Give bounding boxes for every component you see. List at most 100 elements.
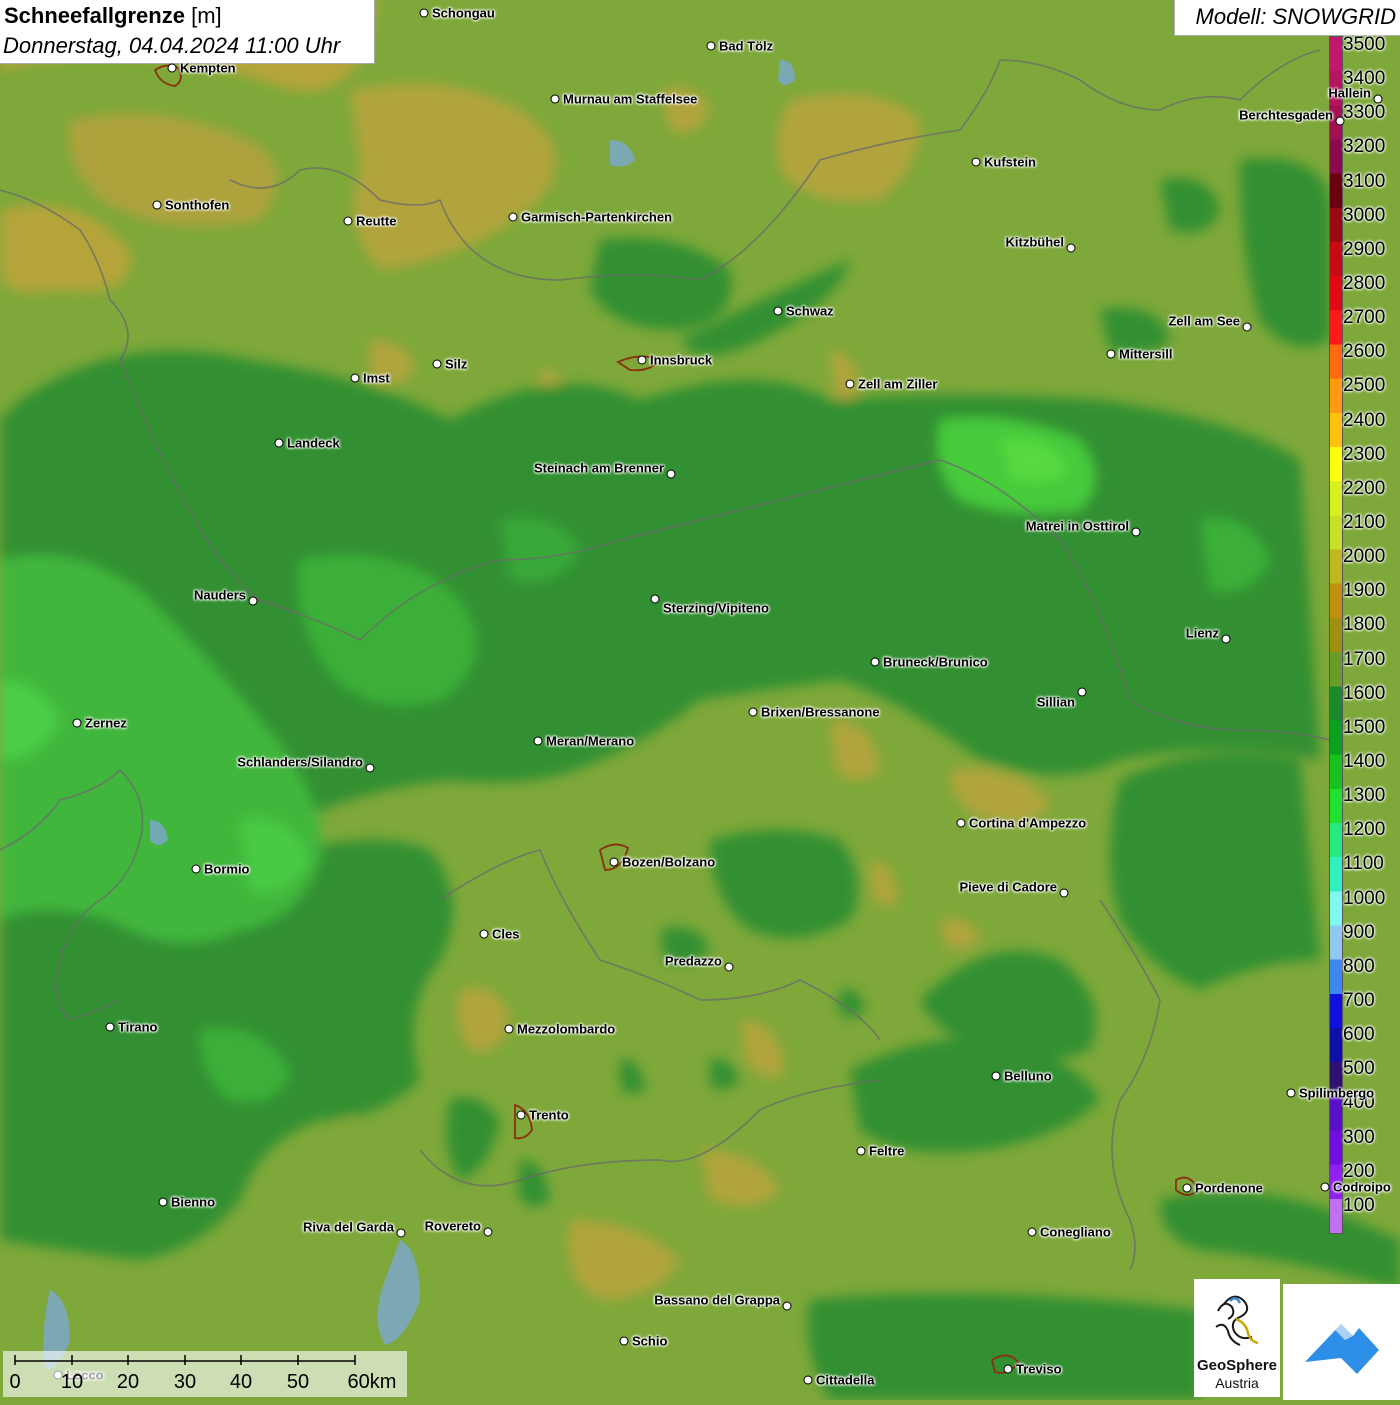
city-label-matrei: Matrei in Osttirol	[1025, 518, 1129, 534]
city-label-bienno: Bienno	[171, 1194, 216, 1210]
legend-label: 2400	[1343, 409, 1386, 431]
model-label: Modell: SNOWGRID	[1195, 4, 1396, 29]
legend-label: 3300	[1343, 102, 1386, 124]
legend-label: 3200	[1343, 136, 1386, 158]
city-dot-cittadella	[803, 1375, 813, 1385]
city-dot-schlanders	[365, 763, 375, 773]
city-dot-sillian	[1077, 687, 1087, 697]
city-label-garmisch: Garmisch-Partenkirchen	[521, 209, 673, 225]
city-dot-riva	[396, 1228, 406, 1238]
legend-label: 300	[1343, 1126, 1375, 1148]
city-label-mittersill: Mittersill	[1119, 346, 1173, 362]
city-label-riva: Riva del Garda	[302, 1219, 394, 1235]
city-label-codroipo: Codroipo	[1333, 1179, 1391, 1195]
city-dot-codroipo	[1320, 1182, 1330, 1192]
city-dot-reutte	[343, 216, 353, 226]
scale-label: 30	[173, 1371, 197, 1393]
city-label-berchtesgaden: Berchtesgaden	[1239, 107, 1333, 123]
scale-label: 0	[9, 1371, 21, 1393]
city-dot-zernez	[72, 718, 82, 728]
snow-mountain-icon	[1305, 1324, 1379, 1374]
legend-label: 100	[1343, 1194, 1375, 1216]
title-unit: [m]	[191, 3, 222, 28]
city-label-hallein: Hallein	[1328, 85, 1371, 101]
city-label-murnau: Murnau am Staffelsee	[563, 91, 698, 107]
city-label-tirano: Tirano	[118, 1019, 158, 1035]
city-label-spilimbergo: Spilimbergo	[1299, 1085, 1375, 1101]
city-label-innsbruck: Innsbruck	[650, 352, 713, 368]
city-dot-rovereto	[483, 1227, 493, 1237]
city-dot-imst	[350, 373, 360, 383]
city-label-schio: Schio	[632, 1333, 668, 1349]
city-dot-lienz	[1221, 634, 1231, 644]
legend-label: 1000	[1343, 887, 1386, 909]
city-dot-kitzbuehel	[1066, 243, 1076, 253]
city-label-bormio: Bormio	[204, 861, 250, 877]
city-dot-steinach	[666, 469, 676, 479]
legend-label: 1300	[1343, 785, 1386, 807]
legend-label: 2300	[1343, 443, 1386, 465]
city-label-schongau: Schongau	[432, 5, 495, 21]
city-dot-landeck	[274, 438, 284, 448]
city-label-trento: Trento	[529, 1107, 569, 1123]
legend-label: 1100	[1343, 853, 1384, 875]
city-label-imst: Imst	[363, 370, 390, 386]
city-dot-pieve	[1059, 888, 1069, 898]
city-label-reutte: Reutte	[356, 213, 397, 229]
city-label-zell-am-see: Zell am See	[1168, 313, 1240, 329]
city-label-zell-am-ziller: Zell am Ziller	[858, 376, 938, 392]
city-dot-innsbruck	[637, 355, 647, 365]
city-label-brixen: Brixen/Bressanone	[761, 704, 880, 720]
city-dot-sonthofen	[152, 200, 162, 210]
legend-label: 2800	[1343, 273, 1386, 294]
app-logo[interactable]	[1283, 1284, 1400, 1400]
city-label-conegliano: Conegliano	[1040, 1224, 1111, 1240]
city-dot-cles	[479, 929, 489, 939]
city-label-cittadella: Cittadella	[816, 1372, 875, 1388]
city-dot-bormio	[191, 864, 201, 874]
city-dot-silz	[432, 359, 442, 369]
legend-label: 2900	[1343, 238, 1386, 260]
city-dot-nauders	[248, 596, 258, 606]
city-dot-hallein	[1373, 94, 1383, 104]
legend-label: 3100	[1343, 170, 1386, 192]
city-dot-brixen	[748, 707, 758, 717]
scale-label: 40	[229, 1371, 253, 1393]
city-dot-schongau	[419, 8, 429, 18]
city-dot-bruneck	[870, 657, 880, 667]
city-label-bassano: Bassano del Grappa	[654, 1292, 780, 1308]
city-label-kufstein: Kufstein	[984, 154, 1036, 170]
city-dot-meran	[533, 736, 543, 746]
legend-label: 2000	[1343, 546, 1386, 568]
city-dot-spilimbergo	[1286, 1088, 1296, 1098]
city-dot-cortina	[956, 818, 966, 828]
legend-label: 3500	[1343, 34, 1386, 55]
model-box: Modell: SNOWGRID	[1174, 0, 1400, 36]
city-dot-bassano	[782, 1301, 792, 1311]
city-label-silz: Silz	[445, 356, 468, 372]
scale-label: 60km	[347, 1371, 397, 1393]
city-dot-bozen	[609, 857, 619, 867]
legend-label: 3000	[1343, 204, 1386, 226]
city-dot-mezzolombardo	[504, 1024, 514, 1034]
legend-label: 700	[1343, 990, 1375, 1011]
title-bold: Schneefallgrenze	[4, 3, 185, 28]
city-dot-kempten	[167, 63, 177, 73]
legend-label: 1400	[1343, 751, 1386, 772]
city-label-sterzing: Sterzing/Vipiteno	[663, 600, 769, 616]
city-label-schwaz: Schwaz	[786, 303, 834, 319]
city-label-belluno: Belluno	[1004, 1068, 1052, 1084]
city-label-lienz: Lienz	[1185, 625, 1219, 641]
legend-label: 2500	[1343, 375, 1386, 397]
legend-colorbar	[1329, 36, 1343, 1234]
scale-label: 10	[60, 1371, 84, 1393]
legend-label: 1600	[1343, 682, 1386, 704]
scale-label: 50	[286, 1371, 310, 1393]
city-label-kempten: Kempten	[180, 60, 236, 76]
legend-label: 2700	[1343, 307, 1386, 329]
legend-label: 1900	[1343, 580, 1386, 602]
geosphere-logo[interactable]: GeoSphere Austria	[1194, 1279, 1280, 1397]
geosphere-name: GeoSphere	[1196, 1357, 1278, 1374]
city-dot-schwaz	[773, 306, 783, 316]
city-label-kitzbuehel: Kitzbühel	[1005, 234, 1065, 250]
